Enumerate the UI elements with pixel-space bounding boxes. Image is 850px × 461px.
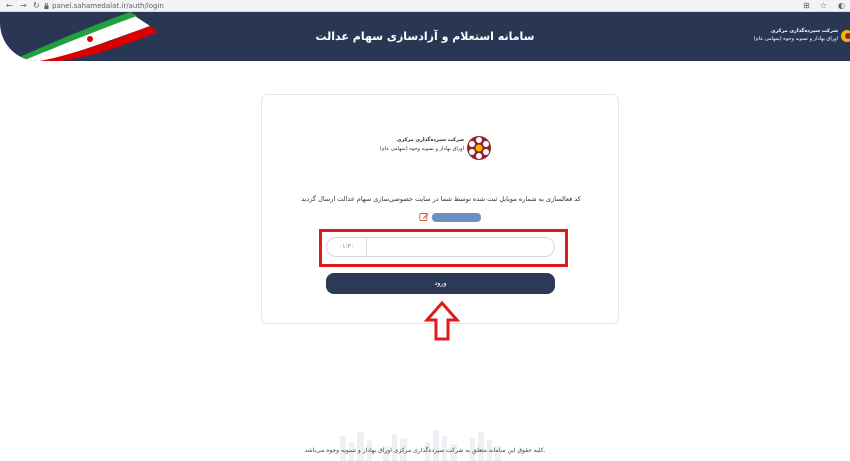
up-arrow-icon xyxy=(424,300,460,341)
forward-icon[interactable]: → xyxy=(20,0,27,12)
star-icon[interactable]: ☆ xyxy=(820,0,827,12)
card-logo-line1: شرکت سپرده‌گذاری مرکزی xyxy=(396,137,464,143)
address-bar[interactable]: panel.sahamedalat.ir/auth/login xyxy=(52,0,164,12)
site-header: سامانه استعلام و آزادسازی سهام عدالت شرک… xyxy=(0,12,850,61)
header-logo-line2: اوراق بهادار و تسویه وجوه (سهامی عام) xyxy=(753,36,838,42)
card-logo: شرکت سپرده‌گذاری مرکزی اوراق بهادار و تس… xyxy=(380,135,492,161)
browser-toolbar: ← → ↻ panel.sahamedalat.ir/auth/login ⊞ … xyxy=(0,0,850,12)
header-logo: شرکت سپرده‌گذاری مرکزی اوراق بهادار و تس… xyxy=(754,26,850,52)
lock-icon xyxy=(44,3,49,9)
activation-code-input[interactable]: ۰۱:۳۰ xyxy=(326,237,555,257)
countdown-timer: ۰۱:۳۰ xyxy=(327,238,367,256)
masked-phone-number xyxy=(432,213,481,222)
login-card: شرکت سپرده‌گذاری مرکزی اوراق بهادار و تس… xyxy=(261,94,619,324)
login-button[interactable]: ورود xyxy=(326,273,555,294)
company-logo-icon xyxy=(841,30,850,42)
company-emblem-icon xyxy=(467,136,491,160)
header-logo-line1: شرکت سپرده‌گذاری مرکزی xyxy=(770,28,838,34)
page-title: سامانه استعلام و آزادسازی سهام عدالت xyxy=(315,30,535,43)
reload-icon[interactable]: ↻ xyxy=(33,0,40,12)
edit-icon[interactable] xyxy=(419,212,429,222)
instruction-text: کد فعالسازی به شماره موبایل ثبت شده توسط… xyxy=(301,195,581,203)
iran-flag-icon xyxy=(10,12,158,61)
back-icon[interactable]: ← xyxy=(6,0,13,12)
footer-copyright: .کلیه حقوق این سامانه متعلق به شرکت سپرد… xyxy=(304,447,546,454)
card-logo-line2: اوراق بهادار و تسویه وجوه (سهامی عام) xyxy=(379,146,464,152)
profile-icon[interactable]: ◐ xyxy=(838,0,845,12)
translate-icon[interactable]: ⊞ xyxy=(803,0,810,12)
footer-skyline-graphic xyxy=(340,430,501,461)
